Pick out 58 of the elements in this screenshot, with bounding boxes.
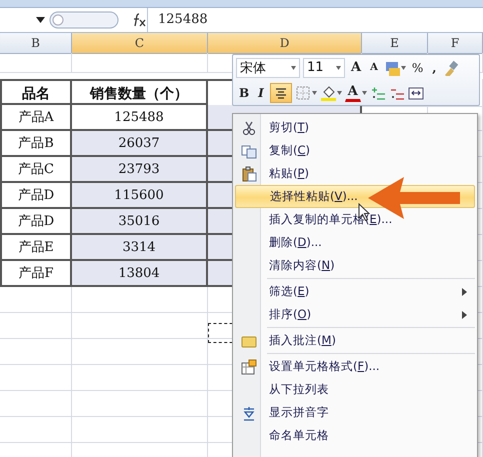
percent-button[interactable]: % [408,58,426,78]
column-header[interactable]: B [0,33,72,54]
clipboard-icon [241,166,257,182]
menu-item[interactable]: 剪切(T) [235,116,475,139]
menu-item[interactable]: 插入批注(M) [235,329,475,352]
font-color-button[interactable]: A [344,84,361,102]
empty-cell [0,53,72,73]
menu-item[interactable]: 命名单元格 [235,424,475,447]
border-icon[interactable] [294,84,311,100]
brush-icon[interactable] [442,60,458,76]
empty-cell [0,313,72,339]
column-header[interactable]: F [428,33,483,54]
scroll-handle-icon[interactable] [49,11,119,29]
font-field[interactable]: 宋体 [236,58,300,78]
increase-decimal-icon[interactable] [370,84,386,100]
phonetic-icon [241,404,257,420]
column-header[interactable]: C [72,33,208,54]
italic-button[interactable]: I [255,82,267,102]
table-cell[interactable]: 35016 [72,209,208,235]
menu-item[interactable]: 设置单元格格式(F)... [235,355,475,378]
menu-item[interactable]: 清除内容(N) [235,254,475,277]
bold-button[interactable]: B [236,82,252,102]
empty-cell [0,339,72,365]
menu-item[interactable]: 删除(D)... [235,231,475,254]
table-cell[interactable]: 3314 [72,235,208,261]
column-header[interactable]: E [362,33,428,54]
menu-item[interactable]: 排序(O) [235,303,475,326]
merge-icon[interactable] [408,84,424,100]
table-header: 品名 [0,79,72,105]
formula-value[interactable]: 125488 [147,8,208,32]
shrink-font-button[interactable]: A [367,58,381,78]
table-cell[interactable]: 13804 [72,261,208,287]
paint-bucket-icon[interactable] [320,84,336,100]
align-center-button[interactable] [270,82,292,102]
grow-font-button[interactable]: A [348,58,364,78]
empty-cell [0,391,72,417]
table-cell[interactable]: 23793 [72,157,208,183]
format-cells-icon [241,358,257,374]
table-cell[interactable]: 115600 [72,183,208,209]
copy-icon [241,142,257,158]
empty-cell [0,417,72,443]
table-cell[interactable]: 26037 [72,131,208,157]
table-header: 销售数量（个） [72,79,208,105]
table-cell[interactable]: 125488 [72,105,208,131]
comma-button[interactable]: , [429,58,440,78]
function-icon[interactable] [131,13,147,27]
menu-item[interactable]: 复制(C) [235,139,475,162]
scissors-icon [241,120,257,136]
menu-item[interactable]: 筛选(E) [235,280,475,303]
empty-cell [0,365,72,391]
menu-item[interactable]: 显示拼音字 [235,401,475,424]
empty-cell [0,287,72,313]
cell-style-icon[interactable] [384,60,400,76]
dropdown-arrow-icon[interactable] [36,17,45,23]
font-size-field[interactable]: 11 [303,58,345,78]
menu-item[interactable]: 粘贴(P) [235,162,475,185]
column-header[interactable]: D [208,33,362,54]
menu-item[interactable]: 从下拉列表 [235,378,475,401]
